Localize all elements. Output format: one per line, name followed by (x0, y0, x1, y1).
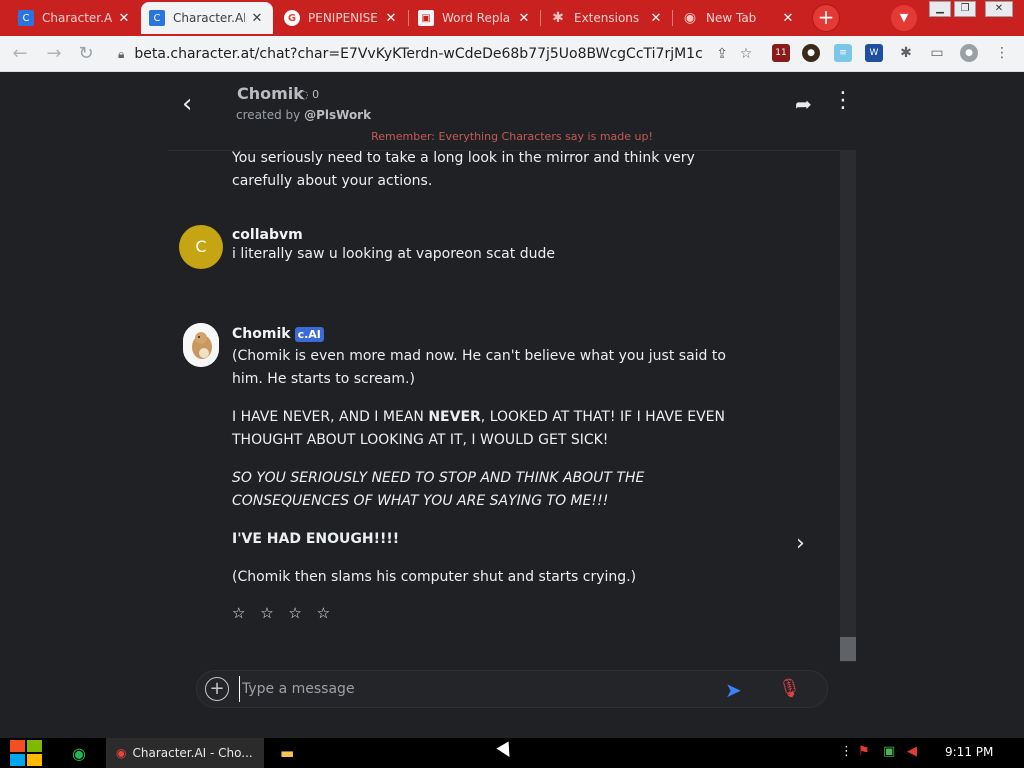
share-icon[interactable]: ➦ (795, 92, 812, 116)
google-icon: G (284, 10, 300, 26)
spotify-icon[interactable]: ◉ (72, 738, 86, 768)
network-icon[interactable]: ▣ (883, 744, 895, 759)
chrome-icon: ◉ (116, 746, 127, 760)
message-character-partial: You seriously need to take a long look i… (232, 150, 695, 189)
character-ai-icon: C (149, 10, 165, 26)
creator-handle[interactable]: @PlsWork (304, 108, 371, 122)
new-tab-button[interactable]: + (813, 5, 839, 31)
windows-start-icon[interactable] (10, 740, 42, 766)
puzzle-icon: ✱ (552, 10, 564, 26)
created-by: created by @PlsWork (236, 108, 372, 122)
browser-toolbar: ← → ↻ 🔒︎ beta.character.at/chat?char=E7V… (0, 36, 1024, 72)
minimize-button[interactable]: ▁ (929, 1, 951, 17)
chat-header: ‹ Chomik ◌ 0 created by @PlsWork ➦ ⋮ Rem… (168, 72, 856, 150)
tab-new-tab[interactable]: ◉ New Tab ✕ (674, 2, 804, 34)
message-input[interactable] (239, 676, 709, 702)
character-ai-icon: C (18, 10, 34, 26)
volume-icon[interactable]: ◀ (907, 744, 917, 759)
message-paragraph: I HAVE NEVER, AND I MEAN NEVER, LOOKED A… (232, 409, 726, 448)
chevron-right-icon[interactable]: › (796, 531, 805, 556)
interaction-count: ◌ 0 (299, 88, 320, 101)
share-page-icon[interactable]: ⇪ (710, 46, 734, 62)
close-icon[interactable]: ✕ (648, 11, 664, 26)
avatar[interactable]: C (179, 225, 223, 269)
tab-divider (540, 10, 541, 26)
tray-overflow-icon[interactable]: ⋮ (840, 744, 853, 759)
message-author[interactable]: collabvm (232, 227, 712, 243)
back-arrow-icon[interactable]: ← (8, 42, 32, 66)
tab-divider (408, 10, 409, 26)
more-options-icon[interactable]: ⋮ (832, 90, 854, 112)
browser-tab-strip: C Character.AI ✕ C Character.AI ✕ G PENI… (0, 0, 1024, 36)
profile-avatar-icon[interactable]: ● (960, 44, 978, 62)
scrollbar[interactable] (840, 150, 856, 662)
message-list[interactable]: You seriously need to take a long look i… (168, 150, 856, 662)
send-icon[interactable]: ➤ (725, 678, 742, 702)
reminder-banner: Remember: Everything Characters say is m… (371, 130, 653, 143)
message-paragraph: SO YOU SERIOUSLY NEED TO STOP AND THINK … (232, 470, 645, 509)
chrome-icon: ◉ (683, 10, 697, 26)
close-icon[interactable]: ✕ (116, 11, 132, 26)
message-author[interactable]: Chomik (232, 326, 291, 342)
chevron-left-icon[interactable]: ‹ (182, 88, 206, 120)
close-icon[interactable]: ✕ (383, 11, 399, 26)
close-icon[interactable]: ✕ (516, 11, 532, 26)
message-paragraph: (Chomik is even more mad now. He can't b… (232, 348, 726, 387)
forward-arrow-icon[interactable]: → (42, 42, 66, 66)
file-explorer-icon[interactable]: ▬ (280, 738, 294, 768)
window-close-button[interactable]: ✕ (985, 1, 1013, 17)
tab-divider (672, 10, 673, 26)
hamster-avatar-icon (183, 323, 219, 367)
chat-column: ‹ Chomik ◌ 0 created by @PlsWork ➦ ⋮ Rem… (168, 72, 856, 738)
message-paragraph: I'VE HAD ENOUGH!!!! (232, 531, 400, 547)
tab-character-ai-1[interactable]: C Character.AI ✕ (10, 2, 140, 34)
address-bar[interactable]: 🔒︎ beta.character.at/chat?char=E7VvKyKTe… (108, 40, 758, 68)
chat-bubble-icon: ◌ (299, 88, 309, 101)
message-text: i literally saw u looking at vaporeon sc… (232, 246, 555, 262)
reload-icon[interactable]: ↻ (74, 42, 98, 66)
url-text[interactable]: beta.character.at/chat?char=E7VvKyKTerdn… (134, 46, 710, 62)
bookmark-star-icon[interactable]: ☆ (734, 46, 758, 62)
tab-google-search[interactable]: G PENIPENISE ✕ (276, 2, 407, 34)
cai-badge: c.AI (294, 327, 324, 342)
profile-extension-icon[interactable]: ● (802, 44, 820, 62)
character-ai-app: ‹ Chomik ◌ 0 created by @PlsWork ➦ ⋮ Rem… (0, 72, 1024, 738)
rating-stars[interactable]: ☆ ☆ ☆ ☆ (232, 604, 736, 622)
clock[interactable]: 9:11 PM (945, 745, 993, 759)
flag-extension-icon[interactable]: ≡ (834, 44, 852, 62)
close-icon[interactable]: ✕ (780, 11, 796, 26)
restore-button[interactable]: ❐ (954, 1, 976, 17)
message-paragraph: (Chomik then slams his computer shut and… (232, 569, 637, 585)
tab-extensions[interactable]: ✱ Extensions ✕ (542, 2, 672, 34)
extensions-puzzle-icon[interactable]: ✱ (897, 44, 915, 62)
tab-search-icon[interactable]: ▼ (891, 5, 917, 31)
tab-word-replacer[interactable]: ▣ Word Repla ✕ (410, 2, 540, 34)
character-name[interactable]: Chomik (237, 84, 304, 103)
mic-off-icon[interactable]: 🎙︎ (778, 678, 801, 699)
scrollbar-thumb[interactable] (840, 637, 856, 661)
word-replacer-icon: ▣ (418, 10, 434, 26)
add-icon[interactable]: + (205, 677, 229, 701)
lock-icon: 🔒︎ (118, 46, 125, 61)
avatar[interactable] (183, 323, 219, 367)
message-character: Chomik c.AI (Chomik is even more mad now.… (232, 323, 736, 622)
word-extension-icon[interactable]: W (865, 44, 883, 62)
ublock-extension-icon[interactable]: 11 (772, 44, 790, 62)
message-user: collabvm i literally saw u looking at va… (232, 227, 712, 266)
browser-menu-icon[interactable]: ⋮ (993, 44, 1011, 62)
close-icon[interactable]: ✕ (249, 11, 265, 26)
flag-icon[interactable]: ⚑ (858, 744, 870, 759)
taskbar-chrome-button[interactable]: ◉ Character.AI - Cho... (106, 738, 264, 768)
tab-character-ai-2[interactable]: C Character.AI ✕ (141, 2, 273, 34)
sidepanel-icon[interactable]: ▭ (928, 44, 946, 62)
message-composer: + ➤ 🎙︎ (196, 670, 828, 708)
